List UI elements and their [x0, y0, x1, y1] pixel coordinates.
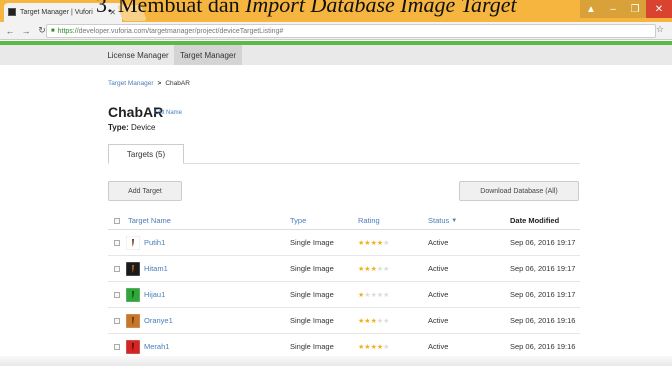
forward-icon[interactable]: →: [20, 26, 32, 36]
header-status[interactable]: Status ▼: [428, 212, 457, 229]
select-all-checkbox[interactable]: [114, 217, 120, 224]
target-rating: ★ ★ ★ ★ ★: [358, 230, 389, 255]
url-text: developer.vuforia.com/targetmanager/proj…: [78, 27, 284, 35]
target-type: Single Image: [290, 264, 334, 273]
target-status: Active: [428, 264, 449, 273]
target-date-modified: Sep 06, 2016 19:16: [510, 316, 576, 325]
tab-targets[interactable]: Targets (5): [108, 144, 184, 164]
table-row[interactable]: Putih1 Single Image ★ ★ ★ ★ ★ Active Sep 06, 201…: [108, 230, 580, 256]
table-row[interactable]: Oranye1 Single Image ★ ★ ★ ★ ★ Active Sep 06, 20…: [108, 308, 580, 334]
breadcrumb: Target Manager > ChabAR: [108, 80, 190, 87]
address-bar: ← → ↻ ■ https://developer.vuforia.com/ta…: [0, 22, 672, 40]
top-navigation: License Manager Target Manager: [0, 45, 672, 65]
target-thumbnail[interactable]: [125, 339, 141, 355]
minimize-icon[interactable]: –: [602, 0, 624, 18]
url-scheme: https://: [57, 27, 79, 35]
back-icon[interactable]: ←: [4, 26, 16, 36]
lock-icon: ■: [51, 28, 55, 34]
project-type: Type: Device: [108, 123, 155, 132]
target-type: Single Image: [290, 316, 334, 325]
row-checkbox[interactable]: [114, 317, 120, 324]
document-heading-italic: Import Database Image Target: [245, 0, 517, 17]
target-date-modified: Sep 06, 2016 19:17: [510, 238, 576, 247]
target-thumbnail[interactable]: [125, 287, 141, 303]
star-empty-icon: ★: [383, 265, 390, 273]
header-date-modified[interactable]: Date Modified: [510, 212, 559, 229]
user-icon[interactable]: ▲: [580, 0, 602, 18]
star-empty-icon: ★: [383, 317, 390, 325]
page-bottom-edge: [0, 356, 672, 366]
target-type: Single Image: [290, 238, 334, 247]
row-checkbox[interactable]: [114, 239, 120, 246]
maximize-icon[interactable]: ❐: [624, 0, 646, 18]
target-rating: ★ ★ ★ ★ ★: [358, 256, 389, 281]
star-empty-icon: ★: [383, 291, 390, 299]
star-empty-icon: ★: [383, 239, 390, 247]
row-checkbox[interactable]: [114, 291, 120, 298]
target-status: Active: [428, 316, 449, 325]
url-input[interactable]: ■ https://developer.vuforia.com/targetma…: [46, 24, 656, 38]
target-status: Active: [428, 238, 449, 247]
star-empty-icon: ★: [383, 343, 390, 351]
window-controls: ▲ – ❐ ✕: [580, 0, 672, 18]
project-type-label: Type:: [108, 123, 129, 132]
project-type-value: Device: [130, 123, 156, 132]
table-header: Target Name Type Rating Status ▼ Date Mod…: [108, 212, 580, 230]
target-date-modified: Sep 06, 2016 19:17: [510, 290, 576, 299]
document-heading-overlay: 3. Membuat dan Import Database Image Tar…: [96, 0, 517, 18]
close-window-icon[interactable]: ✕: [646, 0, 672, 18]
favicon-icon: [8, 8, 16, 16]
row-checkbox[interactable]: [114, 265, 120, 272]
target-thumbnail[interactable]: [125, 235, 141, 251]
target-name-link[interactable]: Oranye1: [144, 308, 173, 333]
edit-name-link[interactable]: Edit Name: [154, 110, 182, 116]
browser-tab-title: Target Manager | Vufori: [20, 9, 93, 16]
target-name-link[interactable]: Putih1: [144, 230, 165, 255]
target-type: Single Image: [290, 290, 334, 299]
header-target-name[interactable]: Target Name: [128, 212, 171, 229]
breadcrumb-parent-link[interactable]: Target Manager: [108, 80, 154, 87]
add-target-button[interactable]: Add Target: [108, 181, 182, 201]
target-name-link[interactable]: Hijau1: [144, 282, 165, 307]
target-date-modified: Sep 06, 2016 19:17: [510, 264, 576, 273]
row-checkbox[interactable]: [114, 343, 120, 350]
bookmark-star-icon[interactable]: ☆: [656, 24, 664, 35]
header-type[interactable]: Type: [290, 212, 306, 229]
nav-license-manager[interactable]: License Manager: [104, 45, 172, 65]
target-rating: ★ ★ ★ ★ ★: [358, 282, 389, 307]
breadcrumb-separator: >: [157, 80, 162, 87]
table-row[interactable]: Hijau1 Single Image ★ ★ ★ ★ ★ Active Sep 06, 201…: [108, 282, 580, 308]
target-thumbnail[interactable]: [125, 261, 141, 277]
table-row[interactable]: Hitam1 Single Image ★ ★ ★ ★ ★ Active Sep 06, 201…: [108, 256, 580, 282]
target-name-link[interactable]: Hitam1: [144, 256, 168, 281]
target-rating: ★ ★ ★ ★ ★: [358, 308, 389, 333]
target-status: Active: [428, 290, 449, 299]
breadcrumb-current: ChabAR: [165, 80, 190, 87]
sort-caret-icon: ▼: [451, 217, 458, 224]
targets-table: Target Name Type Rating Status ▼ Date Mod…: [108, 212, 580, 360]
header-rating[interactable]: Rating: [358, 212, 380, 229]
nav-target-manager[interactable]: Target Manager: [174, 45, 242, 65]
target-thumbnail[interactable]: [125, 313, 141, 329]
download-database-button[interactable]: Download Database (All): [459, 181, 579, 201]
